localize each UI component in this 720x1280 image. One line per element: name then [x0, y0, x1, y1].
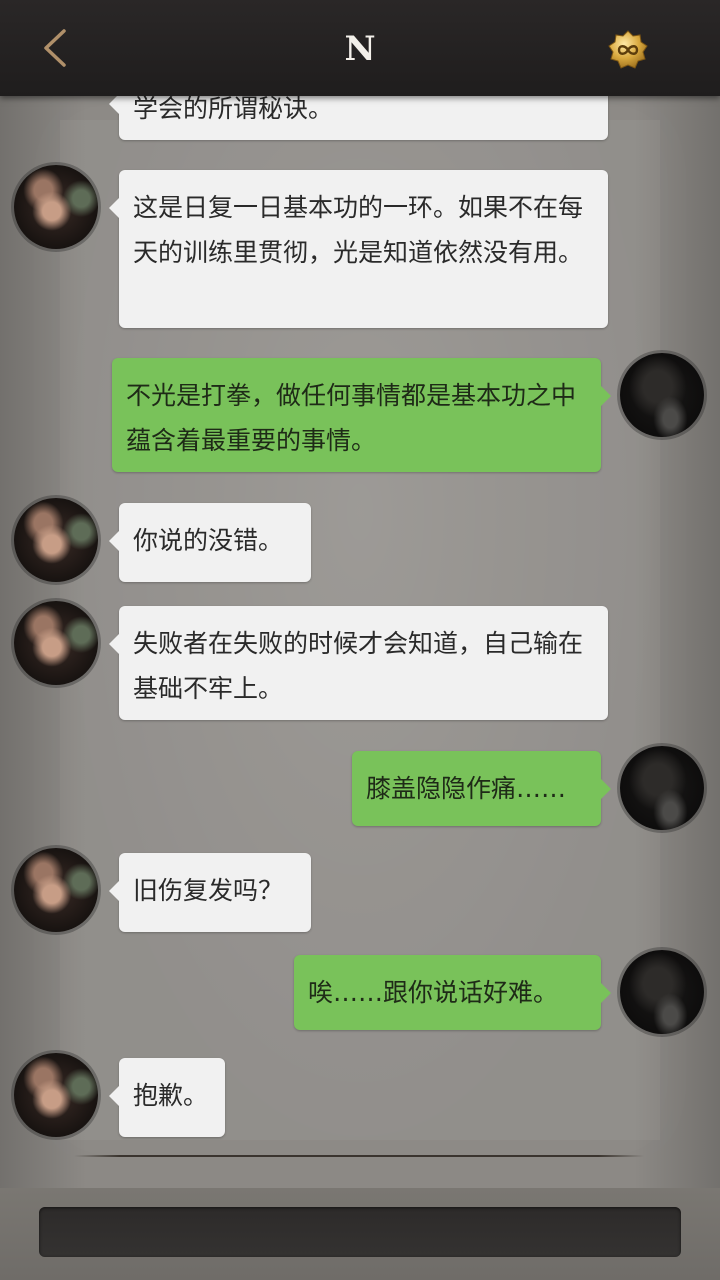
user-avatar[interactable]: [620, 950, 704, 1034]
message-text: 膝盖隐隐作痛……: [366, 774, 567, 803]
top-bar: N: [0, 0, 720, 96]
message-text: 学会的所谓秘诀。: [133, 94, 334, 123]
reply-input-bar[interactable]: [39, 1207, 681, 1257]
message-bubble-outgoing: 不光是打拳，做任何事情都是基本功之中蕴含着最重要的事情。: [112, 358, 611, 472]
user-avatar[interactable]: [620, 746, 704, 830]
contact-avatar[interactable]: [14, 601, 98, 685]
message-bubble-incoming: 抱歉。: [109, 1058, 225, 1137]
chat-end-divider: [74, 1155, 644, 1157]
user-avatar[interactable]: [620, 353, 704, 437]
message-text: 你说的没错。: [133, 526, 284, 555]
message-text: 这是日复一日基本功的一环。如果不在每天的训练里贯彻，光是知道依然没有用。: [133, 193, 584, 267]
contact-avatar[interactable]: [14, 1053, 98, 1137]
message-bubble-incoming: 你说的没错。: [109, 503, 311, 582]
message-bubble-incoming: 旧伤复发吗？: [109, 853, 311, 932]
contact-avatar[interactable]: [14, 848, 98, 932]
infinity-badge-icon[interactable]: [608, 30, 648, 70]
contact-avatar[interactable]: [14, 498, 98, 582]
message-bubble-incoming: 这是日复一日基本功的一环。如果不在每天的训练里贯彻，光是知道依然没有用。: [109, 170, 608, 328]
message-text: 旧伤复发吗？: [133, 876, 284, 905]
message-text: 失败者在失败的时候才会知道，自己输在基础不牢上。: [133, 629, 584, 703]
contact-avatar[interactable]: [14, 165, 98, 249]
message-bubble-incoming: 失败者在失败的时候才会知道，自己输在基础不牢上。: [109, 606, 608, 720]
message-bubble-outgoing: 膝盖隐隐作痛……: [352, 751, 611, 826]
message-bubble-outgoing: 唉……跟你说话好难。: [294, 955, 611, 1030]
message-text: 不光是打拳，做任何事情都是基本功之中蕴含着最重要的事情。: [126, 381, 577, 455]
message-text: 抱歉。: [133, 1081, 209, 1110]
message-text: 唉……跟你说话好难。: [308, 978, 559, 1007]
